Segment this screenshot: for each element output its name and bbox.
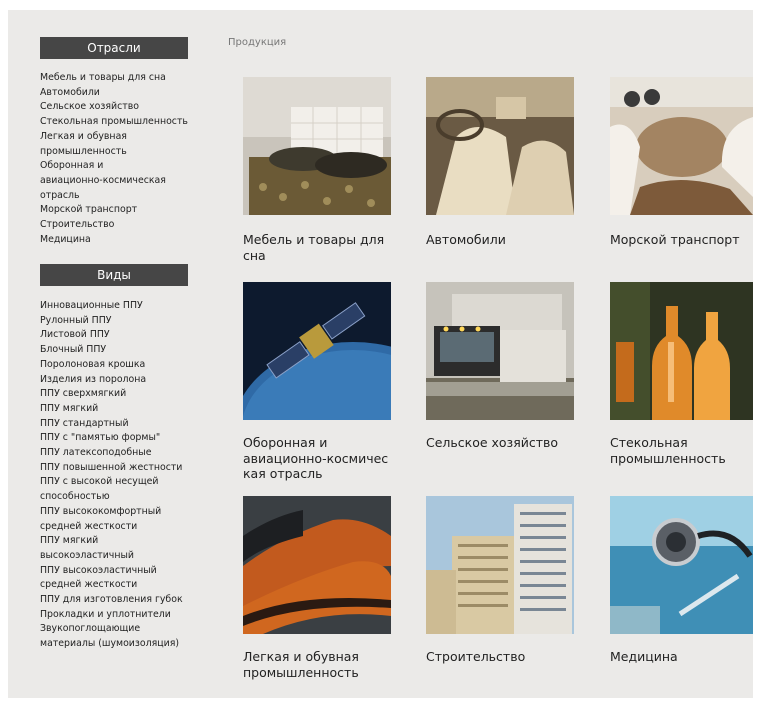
card-caption[interactable]: Автомобили xyxy=(426,232,586,248)
card-caption[interactable]: Строительство xyxy=(426,649,586,665)
industries-list: Мебель и товары для сна Автомобили Сельско… xyxy=(40,71,198,247)
sidebar-type-link[interactable]: способностью xyxy=(40,490,198,505)
sidebar-type-link[interactable]: ППУ сверхмягкий xyxy=(40,387,198,402)
sidebar-type-link[interactable]: Поролоновая крошка xyxy=(40,358,198,373)
sidebar-type-link[interactable]: ППУ высококомфортный xyxy=(40,505,198,520)
sidebar-type-link[interactable]: материалы (шумоизоляция) xyxy=(40,637,198,652)
types-list: Инновационные ППУ Рулонный ППУ Листовой ПП… xyxy=(40,299,198,652)
sidebar-type-link[interactable]: высокоэластичный xyxy=(40,549,198,564)
car-interior-image[interactable] xyxy=(426,77,574,215)
card-caption[interactable]: Сельское хозяйство xyxy=(426,435,586,451)
sidebar-type-link[interactable]: Звукопоглощающие xyxy=(40,622,198,637)
sidebar-industry-link[interactable]: Оборонная и xyxy=(40,159,198,174)
sidebar-type-link[interactable]: ППУ для изготовления губок xyxy=(40,593,198,608)
sidebar-industry-link[interactable]: Автомобили xyxy=(40,86,198,101)
sidebar-industry-link[interactable]: отрасль xyxy=(40,189,198,204)
sidebar-type-link[interactable]: ППУ повышенной жестности xyxy=(40,461,198,476)
card-caption[interactable]: Мебель и товары для сна xyxy=(243,232,403,263)
card-caption[interactable]: Оборонная и авиационно-космичес кая отрасл… xyxy=(243,435,403,482)
glass-bottles-image[interactable] xyxy=(610,282,753,420)
sidebar-type-link[interactable]: Изделия из поролона xyxy=(40,373,198,388)
sidebar-type-link[interactable]: ППУ стандартный xyxy=(40,417,198,432)
card-caption[interactable]: Стекольная промышленность xyxy=(610,435,759,466)
sidebar-type-link[interactable]: ППУ с высокой несущей xyxy=(40,475,198,490)
shoes-image[interactable] xyxy=(243,496,391,634)
sidebar-type-link[interactable]: средней жесткости xyxy=(40,520,198,535)
sidebar-type-link[interactable]: Прокладки и уплотнители xyxy=(40,608,198,623)
sidebar-type-link[interactable]: Листовой ППУ xyxy=(40,328,198,343)
sidebar-type-link[interactable]: ППУ мягкий xyxy=(40,534,198,549)
sidebar-type-link[interactable]: Блочный ППУ xyxy=(40,343,198,358)
sidebar-industry-link[interactable]: Стекольная промышленность xyxy=(40,115,198,130)
satellite-image[interactable] xyxy=(243,282,391,420)
card-caption[interactable]: Легкая и обувная промышленность xyxy=(243,649,403,680)
sidebar-type-link[interactable]: ППУ мягкий xyxy=(40,402,198,417)
sidebar-industry-link[interactable]: Сельское хозяйство xyxy=(40,100,198,115)
sidebar-industry-link[interactable]: промышленность xyxy=(40,145,198,160)
industries-heading: Отрасли xyxy=(40,37,188,59)
card-caption[interactable]: Медицина xyxy=(610,649,759,665)
types-heading: Виды xyxy=(40,264,188,286)
sidebar-industry-link[interactable]: Легкая и обувная xyxy=(40,130,198,145)
sidebar-industry-link[interactable]: Морской транспорт xyxy=(40,203,198,218)
harvester-image[interactable] xyxy=(426,282,574,420)
sidebar-industry-link[interactable]: Медицина xyxy=(40,233,198,248)
card-caption[interactable]: Морской транспорт xyxy=(610,232,759,248)
sidebar-industry-link[interactable]: Мебель и товары для сна xyxy=(40,71,198,86)
sidebar-type-link[interactable]: Рулонный ППУ xyxy=(40,314,198,329)
sidebar-type-link[interactable]: ППУ высокоэластичный xyxy=(40,564,198,579)
bed-image[interactable] xyxy=(243,77,391,215)
sidebar-industry-link[interactable]: Строительство xyxy=(40,218,198,233)
sidebar-industry-link[interactable]: авиационно-космическая xyxy=(40,174,198,189)
sidebar-type-link[interactable]: средней жесткости xyxy=(40,578,198,593)
breadcrumb[interactable]: Продукция xyxy=(228,37,286,48)
sidebar-type-link[interactable]: Инновационные ППУ xyxy=(40,299,198,314)
sidebar-type-link[interactable]: ППУ латексоподобные xyxy=(40,446,198,461)
boat-deck-image[interactable] xyxy=(610,77,753,215)
building-image[interactable] xyxy=(426,496,574,634)
stethoscope-image[interactable] xyxy=(610,496,753,634)
sidebar-type-link[interactable]: ППУ с "памятью формы" xyxy=(40,431,198,446)
